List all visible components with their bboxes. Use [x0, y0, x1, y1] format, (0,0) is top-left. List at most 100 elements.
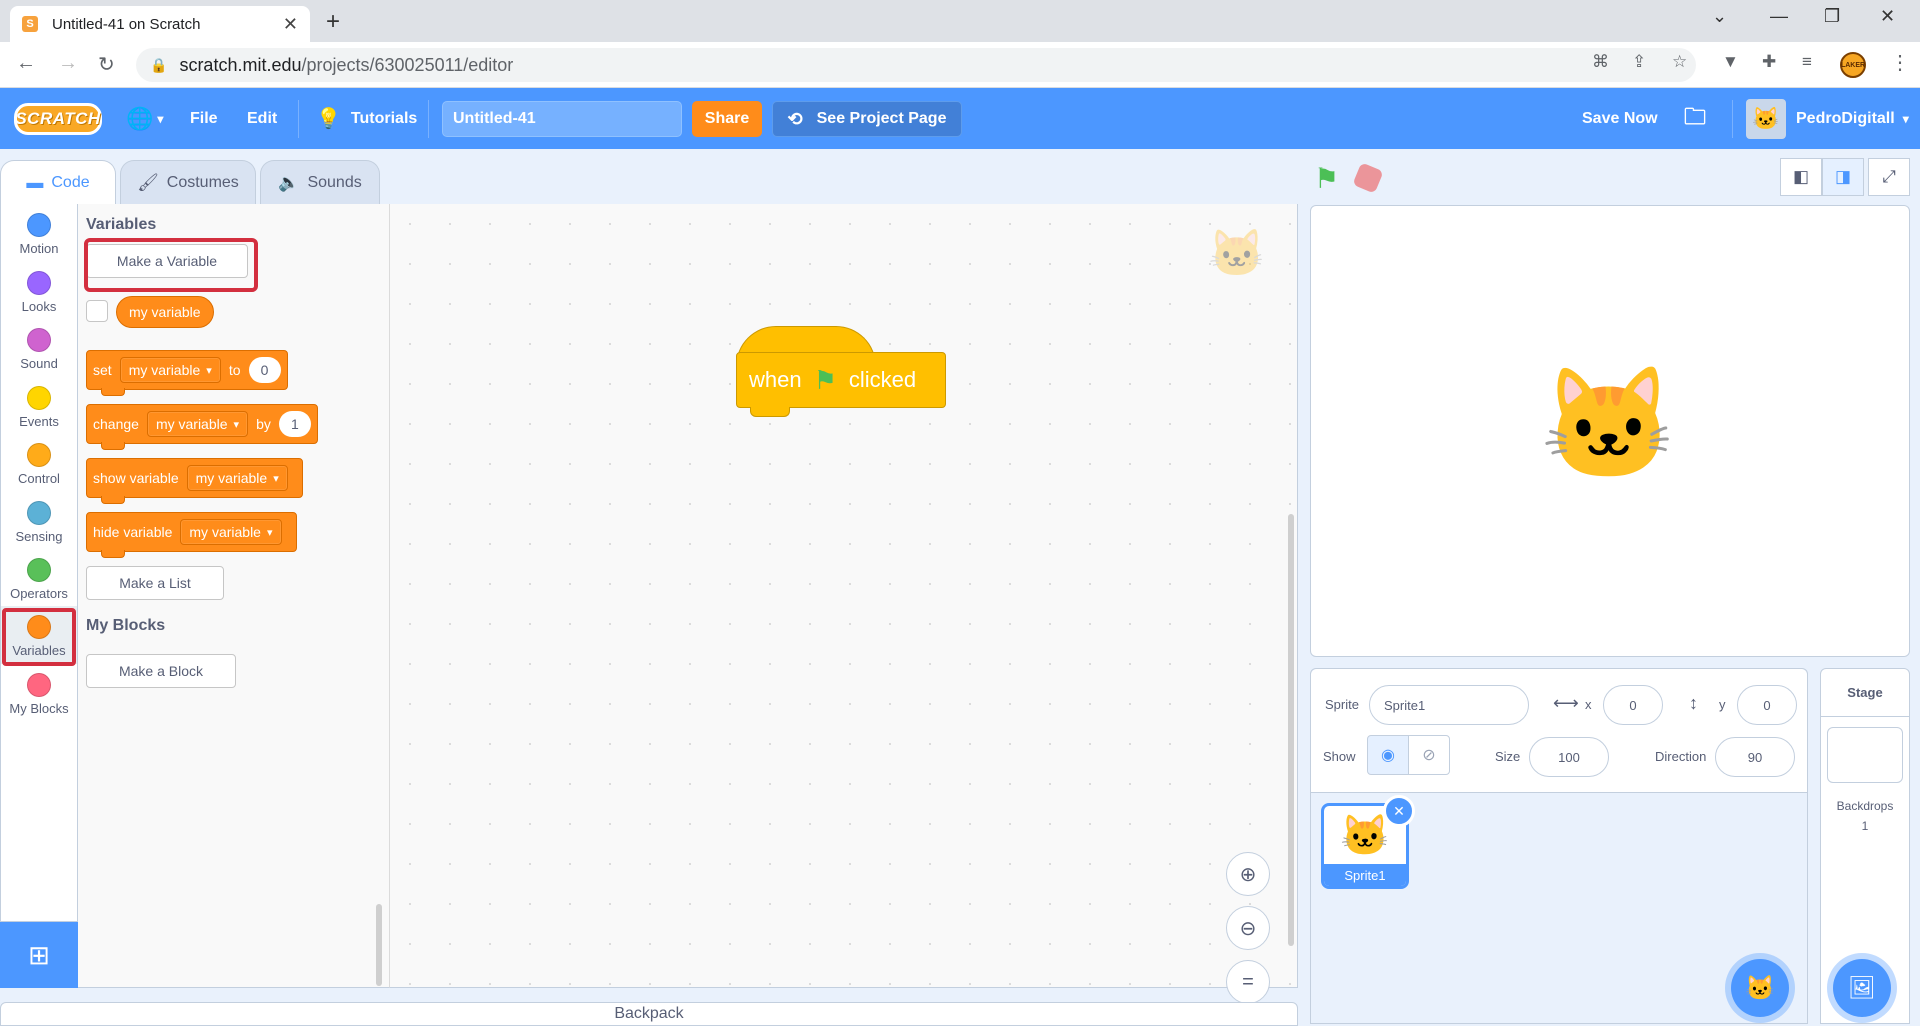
url-bar[interactable]: 🔒 scratch.mit.edu/projects/630025011/edi… — [136, 48, 1696, 82]
translate-icon[interactable]: ⌘ — [1592, 52, 1609, 72]
tab-costumes[interactable]: 🖌 Costumes — [120, 160, 256, 204]
show-variable-block[interactable]: show variable my variable — [86, 458, 303, 504]
speaker-icon: 🔈 — [278, 172, 300, 192]
see-project-page-button[interactable]: ⟲ See Project Page — [772, 101, 962, 137]
reload-icon[interactable]: ↻ — [98, 52, 115, 77]
category-my-blocks[interactable]: My Blocks — [1, 664, 77, 722]
scratch-logo[interactable]: SCRATCH — [14, 103, 102, 135]
normal-stage-icon[interactable]: ◨ — [1822, 158, 1864, 196]
account-menu[interactable]: 🐱 PedroDigitall ▾ — [1746, 88, 1909, 149]
add-backdrop-button[interactable]: 🖼 — [1833, 959, 1891, 1017]
category-operators[interactable]: Operators — [1, 549, 77, 607]
value-input[interactable]: 0 — [248, 357, 281, 383]
backdrop-thumbnail — [1827, 727, 1903, 783]
tab-costumes-label: Costumes — [166, 173, 239, 191]
variable-monitor-checkbox[interactable] — [86, 300, 108, 322]
restore-icon[interactable]: ❐ — [1824, 6, 1840, 27]
script-scrollbar[interactable] — [1288, 514, 1294, 946]
variable-dropdown[interactable]: my variable — [146, 411, 249, 437]
category-label: Motion — [19, 241, 59, 256]
username: PedroDigitall — [1796, 109, 1895, 127]
edit-menu[interactable]: Edit — [247, 88, 277, 149]
add-sprite-button[interactable]: 🐱 — [1731, 959, 1789, 1017]
language-globe-icon[interactable]: 🌐 ▾ — [126, 88, 163, 149]
y-label: y — [1719, 697, 1726, 712]
add-extension-button[interactable]: ⊞ — [0, 922, 78, 988]
motion-dot-icon — [27, 213, 51, 237]
url-host: scratch.mit.edu — [179, 54, 302, 75]
x-input[interactable]: 0 — [1603, 685, 1663, 725]
share-button[interactable]: Share — [692, 101, 762, 137]
make-list-button[interactable]: Make a List — [86, 566, 224, 600]
script-area[interactable]: 🐱 when ⚑ clicked ⊕ ⊖ = — [390, 204, 1298, 1004]
backpack-header[interactable]: Backpack — [0, 1002, 1298, 1026]
when-flag-clicked-block[interactable]: when ⚑ clicked — [736, 326, 946, 422]
green-flag-icon[interactable]: ⚑ — [1314, 162, 1339, 195]
media-control-icon[interactable]: ≡ — [1802, 52, 1812, 72]
category-label: Control — [18, 471, 60, 486]
cat-sprite-icon[interactable]: 🐱 — [1540, 360, 1677, 489]
sprite-name-input[interactable]: Sprite1 — [1369, 685, 1529, 725]
hat-body: when ⚑ clicked — [736, 352, 946, 408]
direction-input[interactable]: 90 — [1715, 737, 1795, 777]
myblocks-dot-icon — [27, 673, 51, 697]
category-control[interactable]: Control — [1, 434, 77, 492]
browser-tab[interactable]: S Untitled-41 on Scratch ✕ — [10, 6, 310, 42]
category-sound[interactable]: Sound — [1, 319, 77, 377]
url-path: /projects/630025011/editor — [301, 54, 514, 75]
show-eye-icon[interactable]: ◉ — [1367, 735, 1409, 775]
tutorials-label: Tutorials — [350, 109, 418, 127]
category-events[interactable]: Events — [1, 377, 77, 435]
forward-icon[interactable]: → — [58, 52, 78, 75]
zoom-in-icon[interactable]: ⊕ — [1226, 852, 1270, 896]
set-variable-block[interactable]: set my variable to 0 — [86, 350, 288, 396]
palette-scrollbar[interactable] — [376, 904, 382, 986]
tutorials-button[interactable]: 💡 Tutorials — [316, 88, 417, 149]
close-window-icon[interactable]: ✕ — [1880, 6, 1895, 27]
close-tab-icon[interactable]: ✕ — [283, 14, 298, 35]
category-sensing[interactable]: Sensing — [1, 492, 77, 550]
stop-icon[interactable] — [1352, 162, 1384, 194]
tab-sounds[interactable]: 🔈 Sounds — [260, 160, 380, 204]
zoom-out-icon[interactable]: ⊖ — [1226, 906, 1270, 950]
delete-sprite-icon[interactable]: ✕ — [1383, 795, 1415, 827]
hide-variable-block[interactable]: hide variable my variable — [86, 512, 297, 558]
minimize-icon[interactable]: — — [1770, 6, 1788, 27]
value-input[interactable]: 1 — [278, 411, 311, 437]
variable-dropdown[interactable]: my variable — [180, 519, 282, 545]
browser-menu-icon[interactable]: ⋮ — [1890, 50, 1910, 75]
zoom-reset-icon[interactable]: = — [1226, 960, 1270, 1004]
variable-dropdown[interactable]: my variable — [119, 357, 221, 383]
folder-icon[interactable]: 🗀 — [1684, 88, 1706, 149]
small-stage-icon[interactable]: ◧ — [1780, 158, 1822, 196]
file-menu[interactable]: File — [190, 88, 218, 149]
block-text: when — [749, 367, 802, 392]
my-variable-reporter[interactable]: my variable — [116, 296, 214, 328]
fullscreen-icon[interactable]: ⤢ — [1868, 158, 1910, 196]
extensions-puzzle-icon[interactable]: ✚ — [1762, 52, 1776, 72]
events-dot-icon — [27, 386, 51, 410]
tab-code[interactable]: ▬ Code — [0, 160, 116, 205]
bookmark-star-icon[interactable]: ☆ — [1672, 52, 1687, 72]
project-title-input[interactable]: Untitled-41 — [442, 101, 682, 137]
size-input[interactable]: 100 — [1529, 737, 1609, 777]
code-blocks-icon: ▬ — [26, 173, 44, 192]
share-page-icon[interactable]: ⇪ — [1632, 52, 1646, 72]
hide-eye-icon[interactable]: ⊘ — [1408, 735, 1450, 775]
tab-search-icon[interactable]: ⌄ — [1712, 6, 1727, 27]
extension-vpn-icon[interactable]: ▼ — [1722, 52, 1739, 72]
horizontal-arrows-icon: ⟷ — [1553, 693, 1579, 713]
chevron-down-icon: ▾ — [157, 111, 164, 126]
block-text: show variable — [93, 470, 179, 486]
variable-dropdown[interactable]: my variable — [186, 465, 288, 491]
save-now-button[interactable]: Save Now — [1582, 88, 1658, 149]
y-input[interactable]: 0 — [1737, 685, 1797, 725]
stage-selector[interactable]: Stage Backdrops 1 🖼 — [1820, 668, 1910, 1024]
back-icon[interactable]: ← — [16, 52, 36, 75]
make-block-button[interactable]: Make a Block — [86, 654, 236, 688]
new-tab-icon[interactable]: + — [326, 8, 340, 36]
category-motion[interactable]: Motion — [1, 204, 77, 262]
category-looks[interactable]: Looks — [1, 262, 77, 320]
browser-profile-avatar[interactable]: LAKER — [1840, 52, 1866, 78]
change-variable-block[interactable]: change my variable by 1 — [86, 404, 318, 450]
